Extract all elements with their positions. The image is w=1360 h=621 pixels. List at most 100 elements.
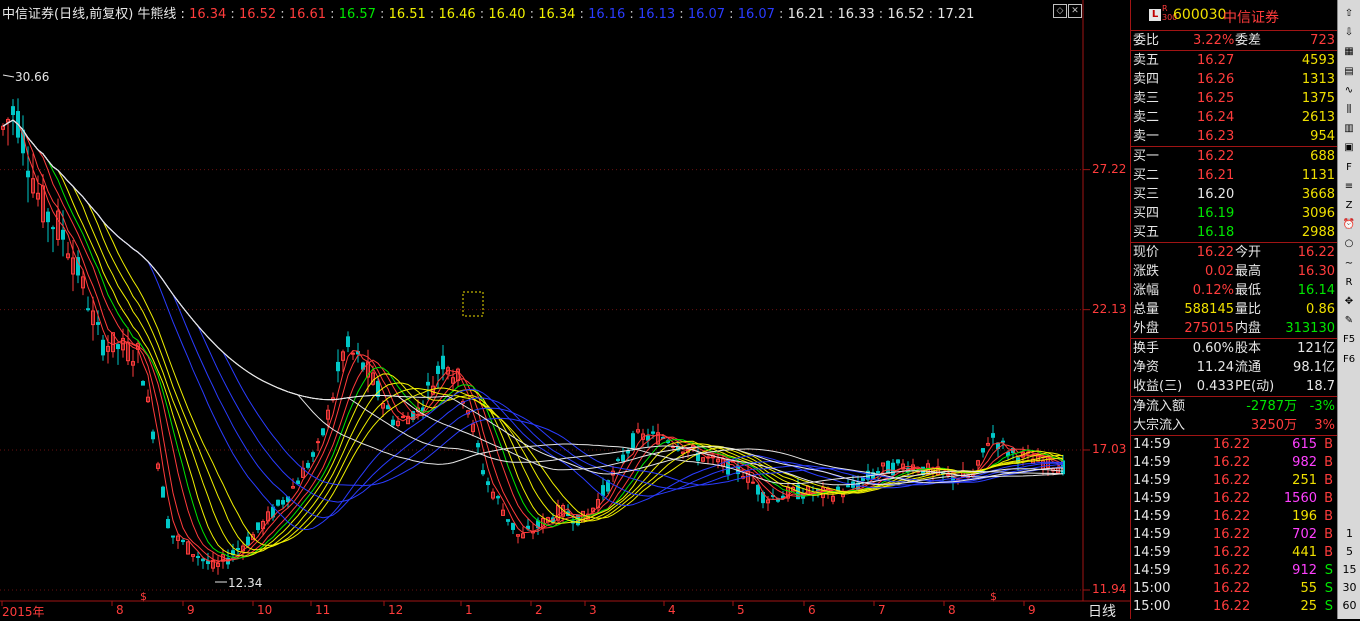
x-tick-label: 5 — [737, 603, 745, 617]
dividend-marker: $ — [990, 590, 997, 603]
sell-orders: 卖五 16.27 4593 卖四 16.26 1313 卖三 16.25 1375 卖二 16.24… — [1131, 51, 1337, 147]
separator: : — [675, 7, 688, 22]
tick-price: 16.22 — [1213, 581, 1251, 596]
sell-row[interactable]: 卖二 16.24 2613 — [1131, 108, 1337, 127]
stock-name: 中信证券 — [1223, 10, 1279, 26]
tick-row[interactable]: 14:59 16.22 196 B — [1131, 508, 1337, 526]
separator: : — [725, 7, 738, 22]
buy-row[interactable]: 买五 16.18 2988 — [1131, 223, 1337, 242]
candle-body — [631, 433, 635, 449]
tick-row[interactable]: 14:59 16.22 251 B — [1131, 472, 1337, 490]
kline-svg[interactable]: $ $30.66 12.34 — [0, 0, 1130, 619]
bars-icon[interactable]: ▥ — [1341, 121, 1357, 137]
line-icon[interactable]: ∼ — [1341, 256, 1357, 272]
tick-volume: 251 — [1292, 473, 1317, 488]
tick-list[interactable]: 14:59 16.22 615 B 14:59 16.22 982 B 14:59 16.22 25… — [1131, 436, 1337, 616]
candle-body — [476, 443, 480, 448]
stat-row: 换手 0.60% 股本 121亿 — [1131, 339, 1337, 358]
period-button[interactable]: 1 — [1338, 527, 1360, 540]
pencil-icon[interactable]: ✎ — [1341, 313, 1357, 329]
ma-value: 16.21 — [787, 7, 825, 22]
period-button[interactable]: 60 — [1338, 599, 1360, 612]
period-button[interactable]: 5 — [1338, 545, 1360, 558]
tick-row[interactable]: 14:59 16.22 912 S — [1131, 562, 1337, 580]
candle-body — [426, 381, 430, 386]
tick-price: 16.22 — [1213, 563, 1251, 578]
chart-icon[interactable]: ∿ — [1341, 83, 1357, 99]
order-price: 16.25 — [1197, 91, 1235, 106]
candle-icon[interactable]: ⫼ — [1341, 102, 1357, 118]
candle-body — [171, 535, 175, 538]
rsi-icon[interactable]: R — [1341, 275, 1357, 291]
sell-row[interactable]: 卖三 16.25 1375 — [1131, 89, 1337, 108]
tick-time: 14:59 — [1133, 509, 1171, 524]
stat-label: 换手 — [1133, 341, 1160, 356]
order-volume: 1375 — [1301, 91, 1335, 106]
dividend-marker: $ — [140, 590, 147, 603]
tick-row[interactable]: 15:00 16.22 55 S — [1131, 580, 1337, 598]
f5-icon[interactable]: F5 — [1341, 332, 1357, 348]
circle-icon[interactable]: ○ — [1341, 236, 1357, 252]
list-icon[interactable]: ▤ — [1341, 64, 1357, 80]
tick-row[interactable]: 14:59 16.22 1560 B — [1131, 490, 1337, 508]
alarm-icon[interactable]: ⏰ — [1341, 217, 1357, 233]
table-icon[interactable]: ▣ — [1341, 140, 1357, 156]
period-button[interactable]: 30 — [1338, 581, 1360, 594]
buy-row[interactable]: 买一 16.22 688 — [1131, 147, 1337, 166]
sell-row[interactable]: 卖一 16.23 954 — [1131, 127, 1337, 146]
flow-value: -2787万 — [1246, 399, 1297, 414]
order-price: 16.23 — [1197, 129, 1235, 144]
fund-flow: 净流入额 -2787万 -3% 大宗流入 3250万 3% — [1131, 397, 1337, 436]
settings-icon[interactable]: ◇ — [1053, 4, 1067, 18]
cursor-box[interactable] — [462, 291, 484, 317]
compass-icon[interactable]: ✥ — [1341, 294, 1357, 310]
candle-body — [206, 560, 210, 565]
tick-side: B — [1324, 437, 1333, 452]
grid-icon[interactable]: ▦ — [1341, 44, 1357, 60]
tick-row[interactable]: 15:00 16.22 25 S — [1131, 598, 1337, 616]
tick-price: 16.22 — [1213, 527, 1251, 542]
candle-body — [96, 322, 100, 325]
candle-body — [511, 522, 515, 530]
tick-price: 16.22 — [1213, 473, 1251, 488]
up-arrow-icon[interactable]: ⇧ — [1341, 6, 1357, 22]
tick-row[interactable]: 14:59 16.22 615 B — [1131, 436, 1337, 454]
tick-row[interactable]: 14:59 16.22 441 B — [1131, 544, 1337, 562]
candle-body — [896, 459, 900, 464]
candle-body — [276, 499, 280, 506]
buy-row[interactable]: 买二 16.21 1131 — [1131, 166, 1337, 185]
candle-body — [616, 458, 620, 461]
close-icon[interactable]: ✕ — [1068, 4, 1082, 18]
high-marker: 30.66 — [15, 70, 49, 84]
candle-body — [626, 450, 630, 454]
order-level-label: 卖五 — [1133, 53, 1160, 68]
buy-row[interactable]: 买四 16.19 3096 — [1131, 204, 1337, 223]
tick-row[interactable]: 14:59 16.22 982 B — [1131, 454, 1337, 472]
stat-label: 今开 — [1235, 245, 1262, 260]
order-level-label: 买五 — [1133, 225, 1160, 240]
x-tick-label: 12 — [388, 603, 404, 617]
kline-chart[interactable]: $ $30.66 12.34 中信证券(日线,前复权) 牛熊线 : 16.34 : … — [0, 0, 1130, 621]
fiz-icon[interactable]: Z — [1341, 198, 1357, 214]
order-volume: 2988 — [1301, 225, 1335, 240]
period-button[interactable]: 15 — [1338, 563, 1360, 576]
news-icon[interactable]: ≡ — [1341, 179, 1357, 195]
tick-row[interactable]: 14:59 16.22 702 B — [1131, 526, 1337, 544]
sell-row[interactable]: 卖四 16.26 1313 — [1131, 70, 1337, 89]
sell-row[interactable]: 卖五 16.27 4593 — [1131, 51, 1337, 70]
f10-icon[interactable]: F — [1341, 160, 1357, 176]
tick-price: 16.22 — [1213, 491, 1251, 506]
stat-row: 收益(三) 0.433 PE(动) 18.7 — [1131, 377, 1337, 396]
stat-value: 16.22 — [1297, 245, 1335, 260]
down-arrow-icon[interactable]: ⇩ — [1341, 25, 1357, 41]
candle-body — [376, 380, 380, 397]
period-label[interactable]: 日线 — [1088, 601, 1116, 621]
f6-icon[interactable]: F6 — [1341, 352, 1357, 368]
flow-value: 3250万 — [1250, 418, 1297, 433]
stat-label: 总量 — [1133, 302, 1160, 317]
candle-body — [296, 480, 300, 485]
order-price: 16.24 — [1197, 110, 1235, 125]
buy-row[interactable]: 买三 16.20 3668 — [1131, 185, 1337, 204]
order-price: 16.26 — [1197, 72, 1235, 87]
candle-body — [311, 452, 315, 457]
